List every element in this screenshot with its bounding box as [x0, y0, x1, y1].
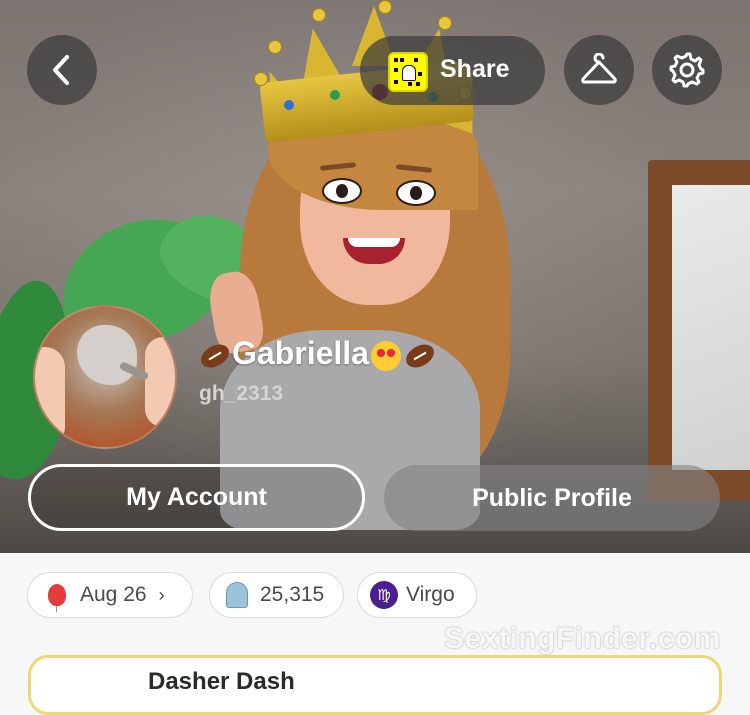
avatar-teeth — [348, 238, 400, 247]
display-name: Gabriella — [197, 335, 438, 372]
my-account-button[interactable]: My Account — [28, 464, 365, 531]
profile-picture[interactable] — [33, 305, 177, 449]
username: gh_2313 — [199, 382, 284, 405]
arm — [145, 337, 175, 427]
avatar-eye — [396, 180, 436, 206]
ghost-icon — [226, 582, 248, 608]
closet-button[interactable] — [564, 35, 634, 105]
birthday-text: Aug 26 — [80, 583, 147, 606]
gear-icon — [669, 52, 705, 88]
back-button[interactable] — [27, 35, 97, 105]
arm — [35, 347, 65, 447]
watermark: SextingFinder.com — [444, 622, 721, 655]
share-label: Share — [440, 55, 510, 83]
snapcode-icon — [388, 52, 428, 92]
bottom-card[interactable] — [28, 655, 722, 715]
zodiac-chip[interactable]: ♍ Virgo — [357, 572, 477, 618]
public-profile-button[interactable]: Public Profile — [384, 465, 720, 531]
hanger-icon — [581, 53, 617, 84]
avatar-eye — [322, 178, 362, 204]
card-title: Dasher Dash — [148, 668, 295, 695]
display-name-text: Gabriella — [232, 335, 369, 371]
virgo-icon: ♍ — [370, 581, 398, 609]
football-emoji-icon — [401, 339, 438, 372]
mirror-glass — [672, 185, 750, 470]
snap-score-text: 25,315 — [260, 583, 325, 606]
chevron-right-icon: › — [158, 584, 165, 605]
snap-score-chip[interactable]: 25,315 — [209, 572, 344, 618]
chevron-left-icon — [53, 55, 69, 85]
cat-image — [77, 325, 137, 385]
balloon-icon — [48, 584, 66, 612]
zodiac-text: Virgo — [406, 583, 455, 606]
birthday-chip[interactable]: Aug 26 › — [27, 572, 193, 618]
heart-eyes-emoji-icon — [370, 340, 401, 371]
settings-button[interactable] — [652, 35, 722, 105]
football-emoji-icon — [197, 339, 233, 372]
